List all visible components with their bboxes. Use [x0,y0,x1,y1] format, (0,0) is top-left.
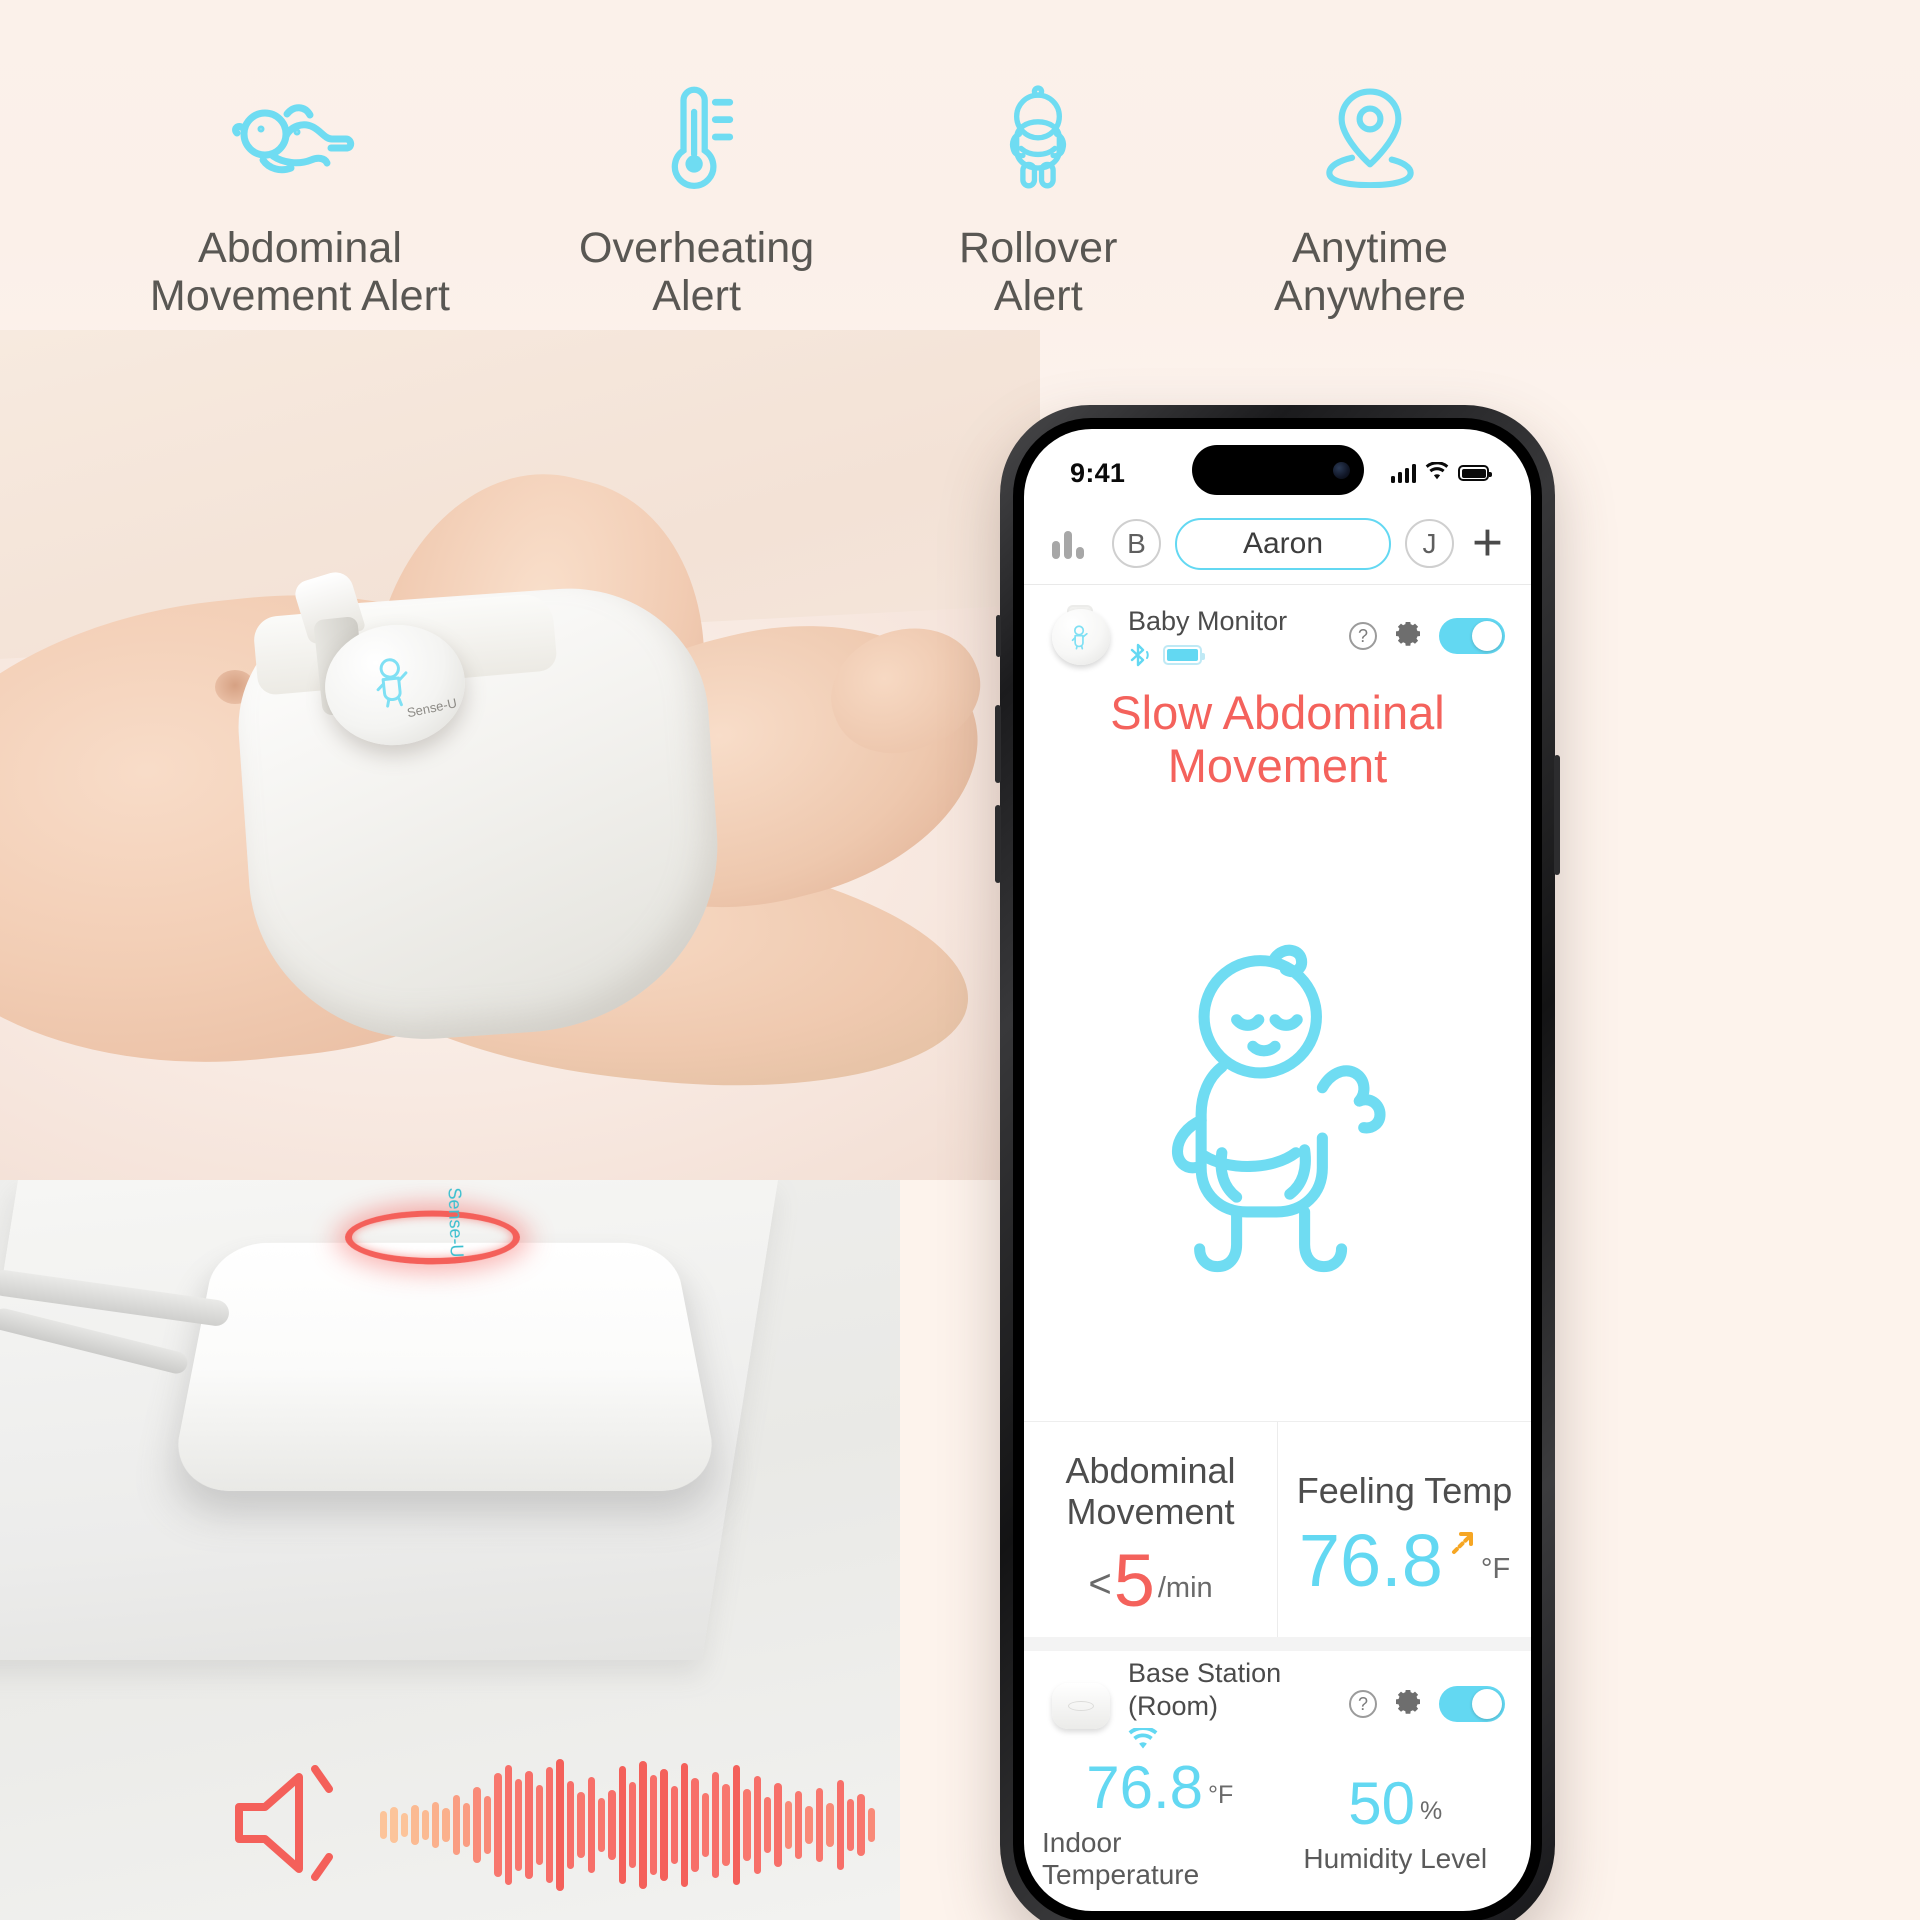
battery-full-icon [1458,465,1492,481]
base-station-device-row: Base Station (Room) ? [1024,1651,1531,1751]
baby-monitor-device-row: Baby Monitor ? [1024,585,1531,681]
reading-number: 50 [1348,1770,1415,1837]
power-button[interactable] [1554,755,1560,875]
gear-icon[interactable] [1392,1686,1424,1723]
metric-number: 76.8 [1298,1518,1443,1602]
metric-value: 76.8 °F [1298,1518,1511,1602]
reading-humidity-level: 50 % Humidity Level [1278,1757,1514,1895]
question-mark-icon[interactable]: ? [1349,622,1377,650]
base-station-brand-label: Sense-U [444,1187,467,1258]
baby-rollover-icon [998,85,1078,189]
baby-monitor-status-icons [1128,643,1333,667]
section-divider [1024,1637,1531,1652]
phone-screen: 9:41 B Aaron J + Baby Monitor ? Slow Abd… [1024,429,1531,1911]
base-station-controls: ? [1349,1686,1505,1723]
sound-alert-indicator [225,1745,875,1905]
base-station-ring [1068,1701,1094,1712]
base-station-status-icons [1128,1727,1333,1751]
base-station-body [1052,1683,1110,1730]
baby-monitor-meta: Baby Monitor [1128,605,1333,666]
location-pin-icon [1318,86,1422,188]
feature-label: Overheating Alert [578,224,815,321]
metric-prefix: < [1088,1562,1112,1607]
selected-profile-pill[interactable]: Aaron [1175,517,1392,570]
arrow-up-right-icon [1448,1528,1478,1563]
reading-value: 76.8 °F [1086,1754,1234,1821]
metrics-row: Abdominal Movement < 5 /min Feeling Temp… [1024,1421,1531,1638]
silent-switch[interactable] [996,615,1001,657]
app-navbar: B Aaron J + [1024,503,1531,585]
wifi-icon [1425,460,1449,485]
baby-monitor-controls: ? [1349,618,1505,655]
front-camera-icon [1332,461,1350,479]
feature-label: Abdominal Movement Alert [149,224,451,321]
baby-waving-icon [376,658,408,708]
phone-bezel: 9:41 B Aaron J + Baby Monitor ? Slow Abd… [1013,418,1542,1920]
metric-unit: /min [1157,1572,1213,1605]
alert-title: Slow Abdominal Movement [1110,686,1445,792]
baby-monitor-toggle[interactable] [1439,618,1505,654]
bar-chart-icon[interactable] [1052,529,1098,559]
baby-waving-icon [1024,792,1531,1421]
baby-sensor-puck-icon [1050,605,1112,667]
reading-label: Humidity Level [1303,1843,1488,1874]
reading-value: 50 % [1348,1770,1443,1837]
gear-icon[interactable] [1392,618,1424,655]
volume-up-button[interactable] [995,705,1001,783]
metric-feeling-temp: Feeling Temp 76.8 °F [1277,1422,1531,1638]
feature-overheating-alert: Overheating Alert [557,86,837,320]
metric-value: < 5 /min [1088,1538,1213,1622]
feature-rollover-alert: Rollover Alert [913,85,1163,321]
sleeping-baby-icon [225,86,375,186]
feature-abdominal-movement-alert: Abdominal Movement Alert [120,86,480,320]
question-mark-icon[interactable]: ? [1349,1690,1377,1719]
status-bar-indicators [1390,460,1492,485]
readings-row: 76.8 °F Indoor Temperature 50 % Humidity… [1024,1751,1531,1911]
status-bar-time: 9:41 [1070,457,1126,488]
add-profile-button[interactable]: + [1472,516,1503,569]
bluetooth-icon [1128,643,1150,667]
audio-waveform-icon [380,1745,875,1905]
reading-unit: % [1420,1797,1443,1825]
feature-anytime-anywhere: Anytime Anywhere [1240,86,1500,320]
wifi-icon [1128,1728,1158,1750]
feature-list: Abdominal Movement Alert Overheating Ale… [120,85,1500,336]
profile-avatar-j[interactable]: J [1405,519,1455,568]
status-bar: 9:41 [1024,429,1531,503]
reading-label: Indoor Temperature [1042,1827,1200,1890]
dynamic-island [1191,445,1364,495]
sensor-puck [1052,609,1110,665]
base-station-toggle[interactable] [1439,1686,1505,1723]
base-station-icon [1050,1673,1112,1735]
base-station-device [168,1242,722,1492]
speaker-alert-icon [225,1763,343,1888]
reading-unit: °F [1208,1781,1234,1809]
cellular-bars-icon [1390,463,1416,483]
feature-label: Anytime Anywhere [1273,224,1466,321]
metric-label: Feeling Temp [1296,1469,1513,1511]
reading-indoor-temperature: 76.8 °F Indoor Temperature [1042,1757,1278,1895]
reading-number: 76.8 [1086,1754,1203,1821]
base-station-title: Base Station (Room) [1128,1658,1282,1721]
volume-down-button[interactable] [995,805,1001,883]
baby-wearing-sensor-photo: Sense-U [0,330,1040,1180]
battery-icon [1163,644,1205,665]
alert-light-ring [343,1210,522,1265]
baby-monitor-title: Baby Monitor [1128,606,1288,637]
profile-avatar-b[interactable]: B [1112,519,1161,568]
thermometer-icon [653,86,741,189]
base-station-meta: Base Station (Room) [1128,1657,1333,1751]
metric-number: 5 [1113,1538,1155,1622]
metric-abdominal-movement: Abdominal Movement < 5 /min [1024,1422,1277,1637]
metric-label: Abdominal Movement [1065,1450,1236,1532]
iphone-mockup: 9:41 B Aaron J + Baby Monitor ? Slow Abd… [995,405,1560,1920]
metric-unit: °F [1480,1552,1511,1585]
feature-label: Rollover Alert [959,224,1118,321]
